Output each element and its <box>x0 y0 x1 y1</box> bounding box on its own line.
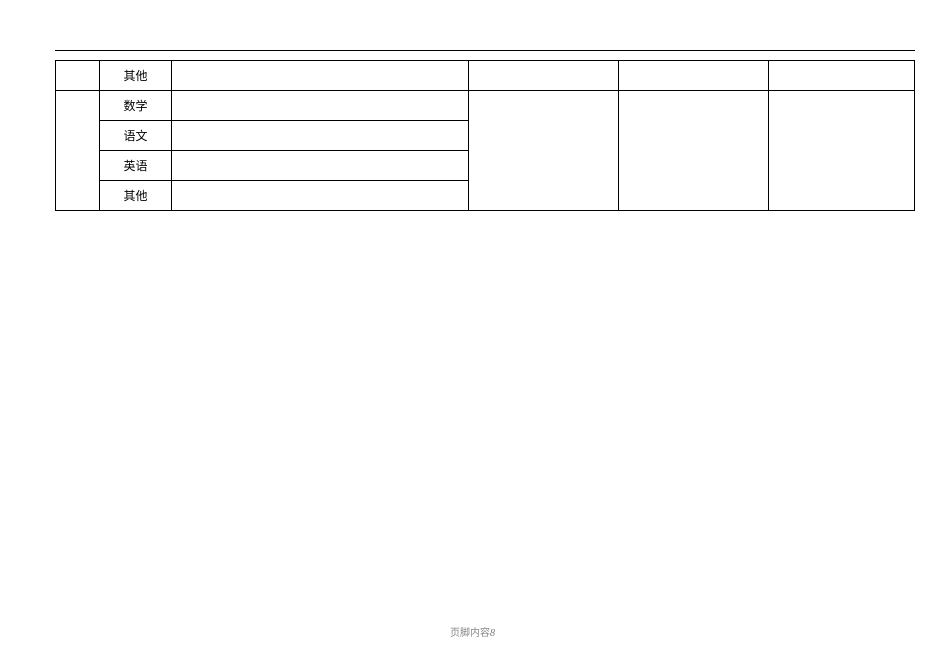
cell-d <box>469 61 619 91</box>
cell-c <box>172 61 469 91</box>
footer: 页脚内容8 <box>450 624 495 639</box>
cell-group1 <box>56 61 100 91</box>
cell-c <box>172 121 469 151</box>
cell-group2 <box>56 91 100 211</box>
cell-subject: 其他 <box>100 61 172 91</box>
cell-f <box>769 61 915 91</box>
cell-e <box>619 91 769 211</box>
cell-subject: 英语 <box>100 151 172 181</box>
cell-f <box>769 91 915 211</box>
cell-e <box>619 61 769 91</box>
cell-subject: 数学 <box>100 91 172 121</box>
table-row: 其他 <box>56 61 915 91</box>
table-row: 数学 <box>56 91 915 121</box>
subject-table: 其他 数学 语文 英语 其他 <box>55 60 915 211</box>
cell-c <box>172 151 469 181</box>
cell-c <box>172 181 469 211</box>
cell-subject: 语文 <box>100 121 172 151</box>
page-number: 8 <box>490 628 495 639</box>
footer-label: 页脚内容 <box>450 628 490 639</box>
cell-d <box>469 91 619 211</box>
header-rule <box>55 50 915 51</box>
cell-subject: 其他 <box>100 181 172 211</box>
cell-c <box>172 91 469 121</box>
